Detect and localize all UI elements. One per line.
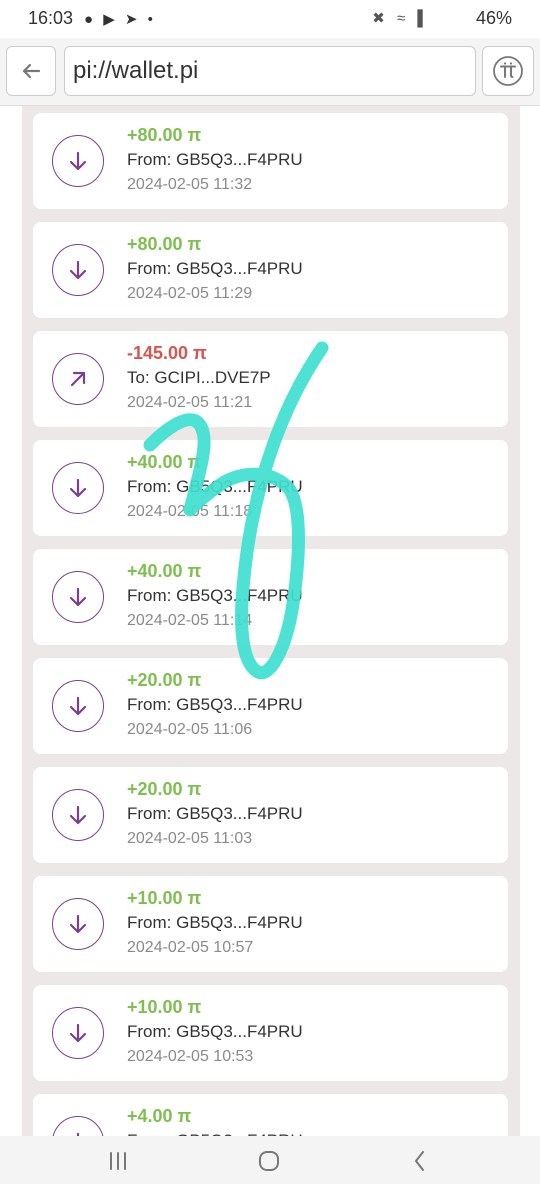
arrow-left-icon bbox=[22, 63, 41, 79]
transaction-party: From: GB5Q3...F4PRU bbox=[127, 477, 303, 496]
battery-level: 46% bbox=[475, 8, 512, 28]
status-bar: 16:03 ● ▶ ➤ • ✖ ≈ ▌ 46% bbox=[0, 0, 540, 38]
notification-icons: ● ▶ ➤ • bbox=[84, 11, 156, 28]
transaction-amount: +40.00 π bbox=[127, 561, 202, 581]
transaction-party: From: GB5Q3...F4PRU bbox=[127, 586, 303, 605]
transaction-amount: -145.00 π bbox=[127, 343, 207, 363]
transaction-amount: +40.00 π bbox=[127, 452, 202, 472]
arrow-down-icon bbox=[52, 135, 104, 187]
transaction-party: From: GB5Q3...F4PRU bbox=[127, 150, 303, 169]
transaction-row[interactable]: +80.00 π From: GB5Q3...F4PRU 2024-02-05 11… bbox=[33, 113, 508, 209]
transaction-amount: +80.00 π bbox=[127, 234, 202, 254]
arrow-down-icon bbox=[52, 571, 104, 623]
transaction-date: 2024-02-05 11:29 bbox=[127, 285, 253, 302]
transaction-date: 2024-02-05 11:03 bbox=[127, 830, 253, 847]
connectivity-icons: ✖ ≈ ▌ bbox=[372, 10, 432, 27]
back-button[interactable] bbox=[6, 46, 56, 96]
transaction-row[interactable]: +20.00 π From: GB5Q3...F4PRU 2024-02-05 11… bbox=[33, 767, 508, 863]
transaction-amount: +10.00 π bbox=[127, 888, 202, 908]
transaction-amount: +10.00 π bbox=[127, 997, 202, 1017]
transaction-date: 2024-02-05 11:14 bbox=[127, 612, 253, 629]
transaction-date: 2024-02-05 10:57 bbox=[127, 939, 254, 956]
transaction-row[interactable]: +4.00 πFrom: GB5Q3...F4PRU bbox=[33, 1094, 508, 1136]
arrow-down-icon bbox=[52, 1116, 104, 1136]
system-nav-bar bbox=[0, 1136, 540, 1184]
transaction-list[interactable]: +80.00 π From: GB5Q3...F4PRU 2024-02-05 11… bbox=[0, 106, 540, 1136]
url-field[interactable]: pi://wallet.pi bbox=[64, 46, 476, 96]
transaction-party: From: GB5Q3...F4PRU bbox=[127, 913, 303, 932]
home-button[interactable] bbox=[239, 1146, 299, 1176]
transaction-party: To: GCIPI...DVE7P bbox=[127, 368, 271, 387]
transaction-date: 2024-02-05 11:21 bbox=[127, 394, 253, 411]
transaction-row[interactable]: +20.00 π From: GB5Q3...F4PRU 2024-02-05 11… bbox=[33, 658, 508, 754]
pi-menu-button[interactable] bbox=[482, 46, 534, 96]
arrow-down-icon bbox=[52, 462, 104, 514]
home-icon bbox=[259, 1151, 279, 1171]
transaction-row[interactable]: -145.00 π To: GCIPI...DVE7P 2024-02-05 11:… bbox=[33, 331, 508, 427]
transaction-row[interactable]: +40.00 π From: GB5Q3...F4PRU 2024-02-05 11… bbox=[33, 440, 508, 536]
transaction-row[interactable]: +10.00 π From: GB5Q3...F4PRU 2024-02-05 10… bbox=[33, 985, 508, 1081]
transaction-date: 2024-02-05 11:32 bbox=[127, 176, 253, 193]
back-nav-button[interactable] bbox=[390, 1146, 450, 1176]
transaction-party: From: GB5Q3...F4PRU bbox=[127, 804, 303, 823]
transaction-date: 2024-02-05 11:06 bbox=[127, 721, 253, 738]
transaction-row[interactable]: +10.00 π From: GB5Q3...F4PRU 2024-02-05 10… bbox=[33, 876, 508, 972]
transaction-date: 2024-02-05 11:18 bbox=[127, 503, 253, 520]
chevron-left-icon bbox=[415, 1151, 424, 1171]
arrow-down-icon bbox=[52, 898, 104, 950]
status-time: 16:03 bbox=[28, 8, 74, 28]
transaction-row[interactable]: +40.00 π From: GB5Q3...F4PRU 2024-02-05 11… bbox=[33, 549, 508, 645]
transaction-party: From: GB5Q3...F4PRU bbox=[127, 259, 303, 278]
arrow-down-icon bbox=[52, 1007, 104, 1059]
transaction-amount: +4.00 π bbox=[127, 1106, 192, 1126]
recent-apps-button[interactable] bbox=[88, 1146, 148, 1176]
transaction-row[interactable]: +80.00 π From: GB5Q3...F4PRU 2024-02-05 11… bbox=[33, 222, 508, 318]
transaction-party: From: GB5Q3...F4PRU bbox=[127, 1022, 303, 1041]
transaction-amount: +80.00 π bbox=[127, 125, 202, 145]
browser-toolbar: pi://wallet.pi bbox=[0, 38, 540, 106]
arrow-down-icon bbox=[52, 789, 104, 841]
pi-logo-icon bbox=[493, 56, 523, 86]
arrow-down-icon bbox=[52, 244, 104, 296]
transaction-amount: +20.00 π bbox=[127, 779, 202, 799]
arrow-up-right-icon bbox=[52, 353, 104, 405]
arrow-down-icon bbox=[52, 680, 104, 732]
recent-apps-icon bbox=[110, 1152, 126, 1170]
transaction-party: From: GB5Q3...F4PRU bbox=[127, 695, 303, 714]
transaction-date: 2024-02-05 10:53 bbox=[127, 1048, 254, 1065]
transaction-amount: +20.00 π bbox=[127, 670, 202, 690]
